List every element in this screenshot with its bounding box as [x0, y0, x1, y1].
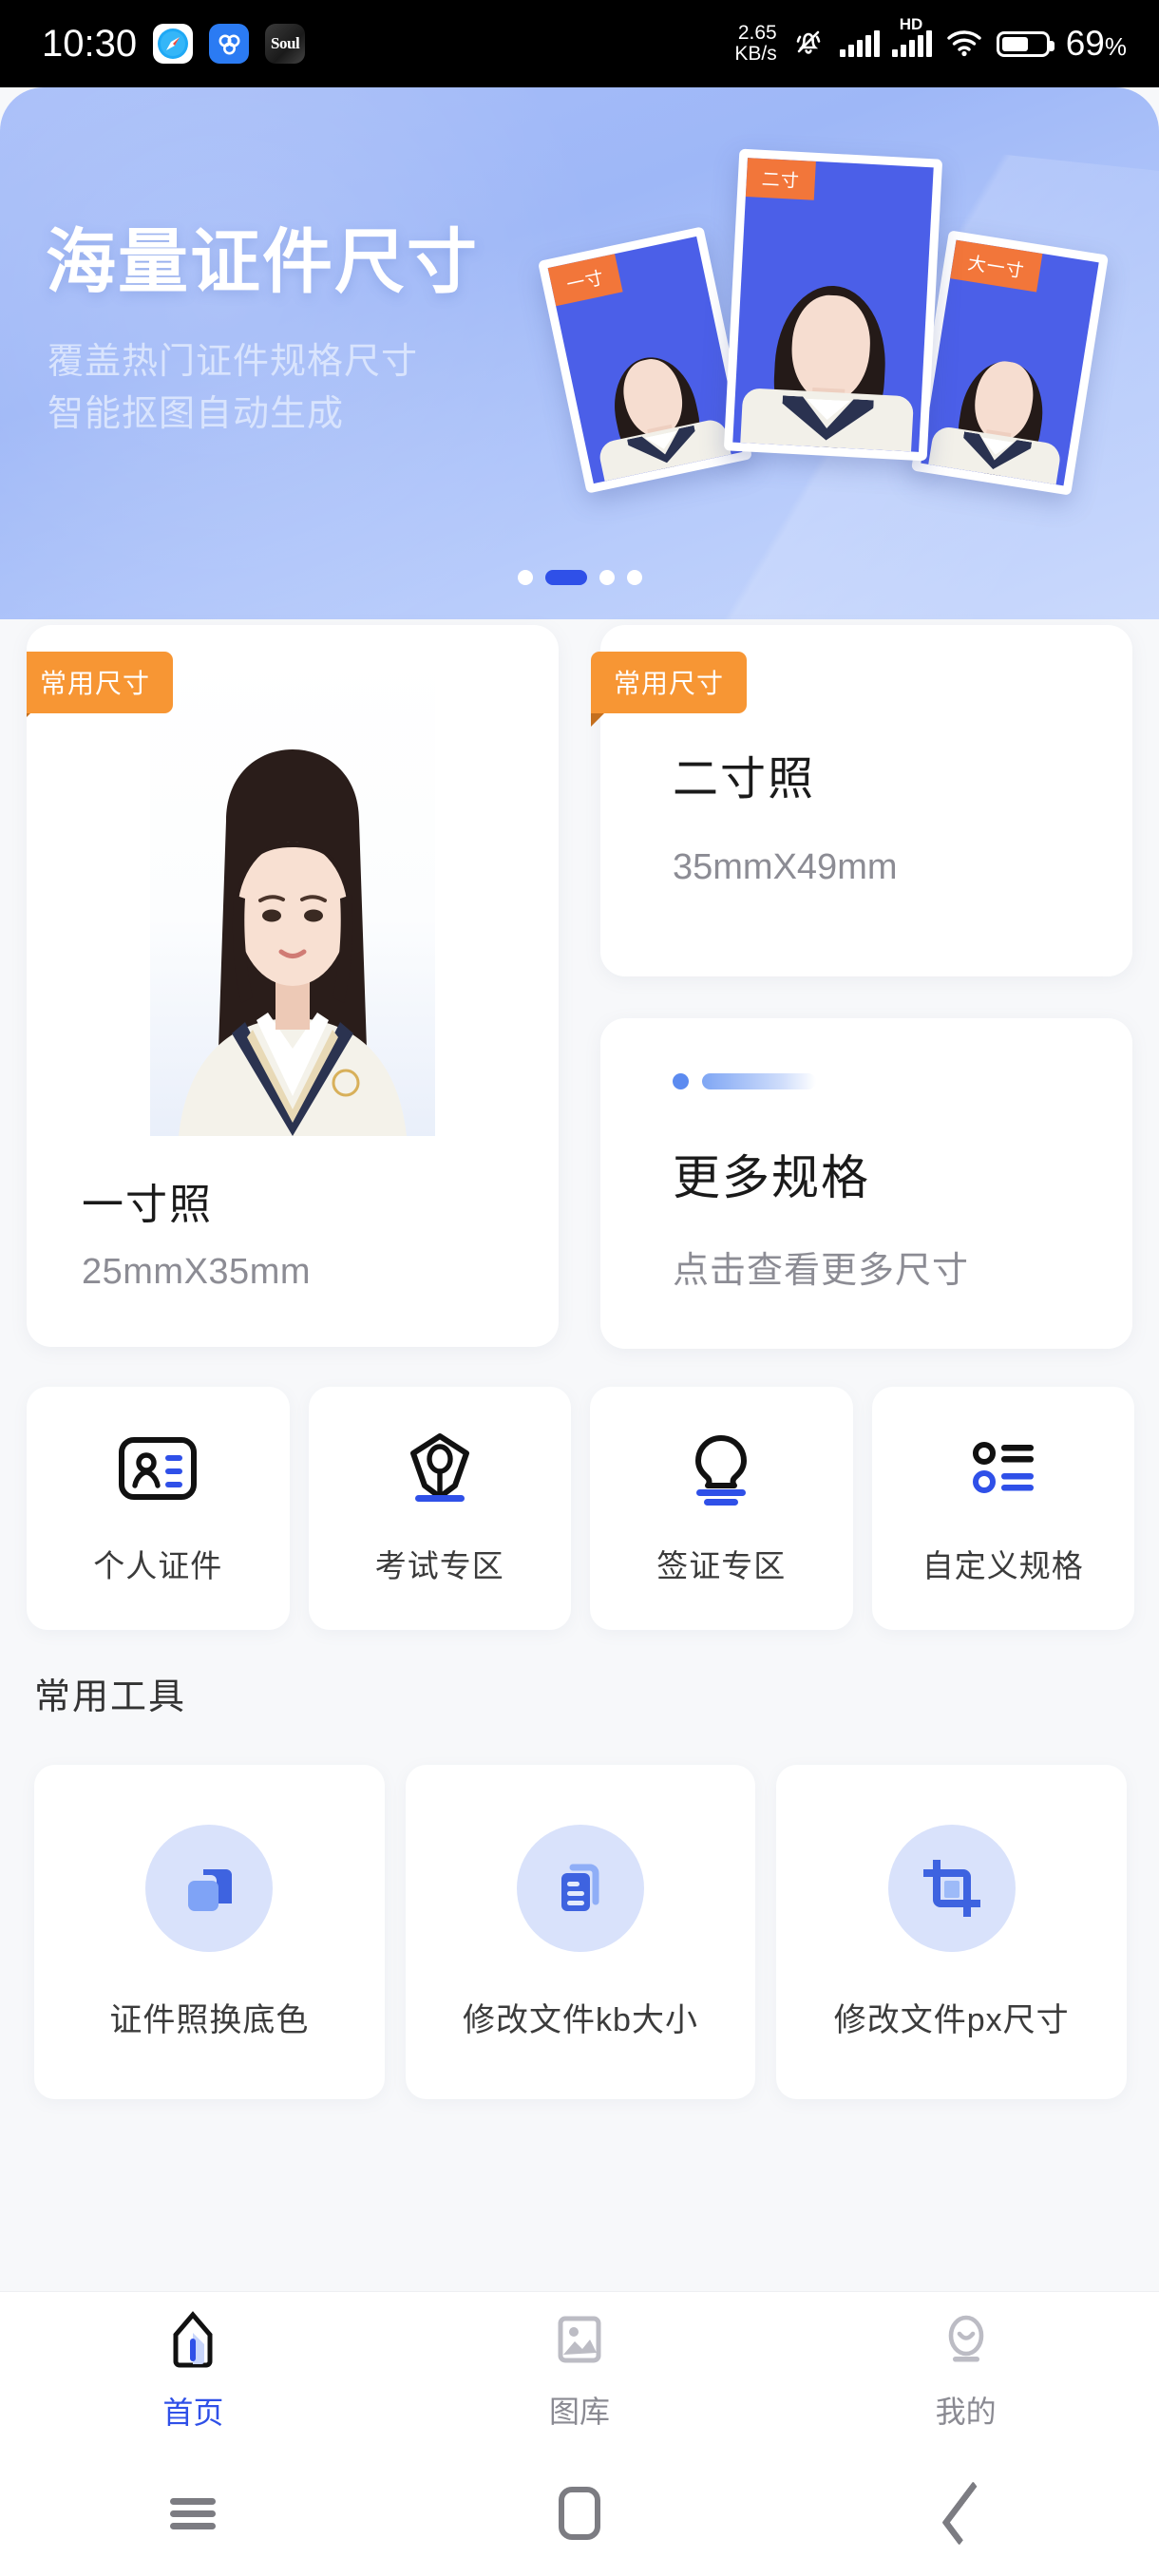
tab-gallery[interactable]: 图库: [387, 2292, 773, 2451]
category-exam-zone[interactable]: 考试专区: [308, 1387, 571, 1630]
category-personal-id[interactable]: 个人证件: [27, 1387, 290, 1630]
hero-photo-stack: 一寸 二寸 大一寸: [537, 97, 1130, 524]
hero-title: 海量证件尺寸: [46, 221, 479, 303]
crop-icon: [887, 1824, 1016, 1952]
color-swap-icon: [145, 1824, 274, 1952]
system-navigation-bar: [0, 2451, 1159, 2576]
wifi-icon: [944, 26, 984, 63]
tool-label: 修改文件px尺寸: [833, 2001, 1070, 2038]
hero-photo-badge: 二寸: [745, 158, 816, 200]
more-specs-decoration: [673, 1073, 816, 1089]
size-cards-right-column: 常用尺寸 二寸照 35mmX49mm 更多规格 点击查看更多尺寸: [591, 625, 1132, 1349]
id-card-icon: [116, 1430, 200, 1506]
tool-change-background-color[interactable]: 证件照换底色: [34, 1765, 385, 2099]
deco-dot: [673, 1073, 689, 1089]
one-inch-dimensions: 25mmX35mm: [82, 1252, 311, 1292]
profile-icon: [938, 2311, 995, 2373]
hd-label: HD: [899, 15, 923, 33]
hero-photo-card-large-one-inch: 大一寸: [911, 230, 1109, 496]
battery-icon: [996, 30, 1054, 57]
tab-label: 图库: [549, 2395, 611, 2429]
hamburger-icon: [170, 2492, 217, 2535]
hero-photo-card-two-inch: 二寸: [723, 148, 943, 462]
size-card-two-inch[interactable]: 常用尺寸 二寸照 35mmX49mm: [591, 625, 1132, 976]
bottom-tab-bar: 首页 图库 我的: [0, 2291, 1159, 2451]
tool-label: 修改文件kb大小: [463, 2001, 698, 2038]
file-size-icon: [517, 1824, 644, 1952]
network-speed: 2.65 KB/s: [734, 21, 777, 65]
soul-app-icon: Soul: [265, 24, 306, 64]
hero-photo-badge: 一寸: [547, 254, 623, 307]
carousel-dot[interactable]: [517, 570, 533, 585]
stamp-icon: [679, 1430, 763, 1506]
baidu-netdisk-icon: [209, 24, 250, 64]
gallery-icon: [551, 2311, 608, 2373]
home-button[interactable]: [522, 2475, 636, 2551]
two-inch-title: 二寸照: [673, 754, 816, 805]
signal-bars-icon: [839, 30, 880, 57]
carousel-dot-active[interactable]: [544, 570, 587, 585]
category-label: 考试专区: [374, 1548, 504, 1583]
tool-change-file-kb-size[interactable]: 修改文件kb大小: [405, 1765, 756, 2099]
category-grid: 个人证件 考试专区 签证专区 自定义规格: [27, 1387, 1134, 1630]
size-card-more-specs[interactable]: 更多规格 点击查看更多尺寸: [600, 1018, 1132, 1349]
size-cards-section: 常用尺寸 一寸照 25mmX35mm 常用尺寸 二寸照 35mmX49mm 更多…: [27, 625, 1134, 1349]
rounded-square-icon: [558, 2487, 600, 2540]
carousel-indicator[interactable]: [0, 570, 1159, 585]
size-card-one-inch[interactable]: 常用尺寸 一寸照 25mmX35mm: [27, 625, 559, 1347]
category-label: 个人证件: [93, 1548, 223, 1583]
hero-photo-card-one-inch: 一寸: [537, 226, 753, 494]
hero-banner[interactable]: 海量证件尺寸 覆盖热门证件规格尺寸 智能抠图自动生成 一寸 二寸 大一寸: [0, 87, 1159, 619]
category-label: 自定义规格: [922, 1548, 1084, 1583]
tool-change-file-px-size[interactable]: 修改文件px尺寸: [776, 1765, 1128, 2099]
status-bar-right: 2.65 KB/s HD 69%: [734, 15, 1127, 66]
tab-label: 首页: [162, 2396, 224, 2430]
battery-percent: 69%: [1065, 24, 1127, 63]
category-custom-spec[interactable]: 自定义规格: [871, 1387, 1134, 1630]
tab-label: 我的: [935, 2395, 997, 2429]
status-bar: 10:30 Soul 2.65 KB/s HD 69%: [0, 0, 1159, 87]
list-options-icon: [961, 1430, 1045, 1506]
pen-nib-icon: [398, 1430, 482, 1506]
status-bar-clock: 10:30: [42, 22, 138, 65]
hero-subtitle: 覆盖热门证件规格尺寸 智能抠图自动生成: [48, 336, 418, 441]
common-size-badge: 常用尺寸: [591, 652, 748, 727]
common-size-badge: 常用尺寸: [27, 652, 174, 727]
safari-icon: [153, 24, 194, 64]
tab-home[interactable]: 首页: [0, 2292, 387, 2451]
category-label: 签证专区: [656, 1548, 787, 1583]
one-inch-sample-photo: [150, 650, 435, 1136]
tools-grid: 证件照换底色 修改文件kb大小 修改文件px尺寸: [34, 1765, 1128, 2099]
chevron-left-icon: [941, 2481, 991, 2546]
category-visa-zone[interactable]: 签证专区: [590, 1387, 853, 1630]
size-cards-left-column: 常用尺寸 一寸照 25mmX35mm: [27, 625, 559, 1349]
hero-photo-badge: 大一寸: [950, 239, 1043, 293]
hero-subtitle-line2: 智能抠图自动生成: [48, 394, 345, 435]
carousel-dot[interactable]: [626, 570, 642, 585]
hero-subtitle-line1: 覆盖热门证件规格尺寸: [48, 342, 419, 382]
hd-signal-icon: HD: [891, 15, 932, 57]
two-inch-dimensions: 35mmX49mm: [673, 847, 898, 887]
tool-label: 证件照换底色: [109, 2001, 310, 2038]
more-specs-subtitle: 点击查看更多尺寸: [673, 1251, 970, 1291]
home-icon: [164, 2310, 221, 2374]
mute-bell-icon: [789, 23, 827, 66]
soul-app-label: Soul: [271, 34, 300, 52]
recents-button[interactable]: [136, 2475, 250, 2551]
status-bar-left: 10:30 Soul: [42, 22, 306, 66]
more-specs-title: 更多规格: [673, 1151, 870, 1204]
back-button[interactable]: [909, 2475, 1023, 2551]
one-inch-title: 一寸照: [82, 1182, 213, 1228]
carousel-dot[interactable]: [598, 570, 615, 585]
tab-profile[interactable]: 我的: [772, 2292, 1159, 2451]
app-screen: 10:30 Soul 2.65 KB/s HD 69% 海量证件尺寸 覆盖热门证…: [0, 0, 1159, 2576]
network-speed-unit: KB/s: [734, 43, 777, 65]
network-speed-value: 2.65: [737, 21, 777, 44]
tools-section-heading: 常用工具: [34, 1677, 187, 1717]
deco-bar: [702, 1073, 816, 1089]
